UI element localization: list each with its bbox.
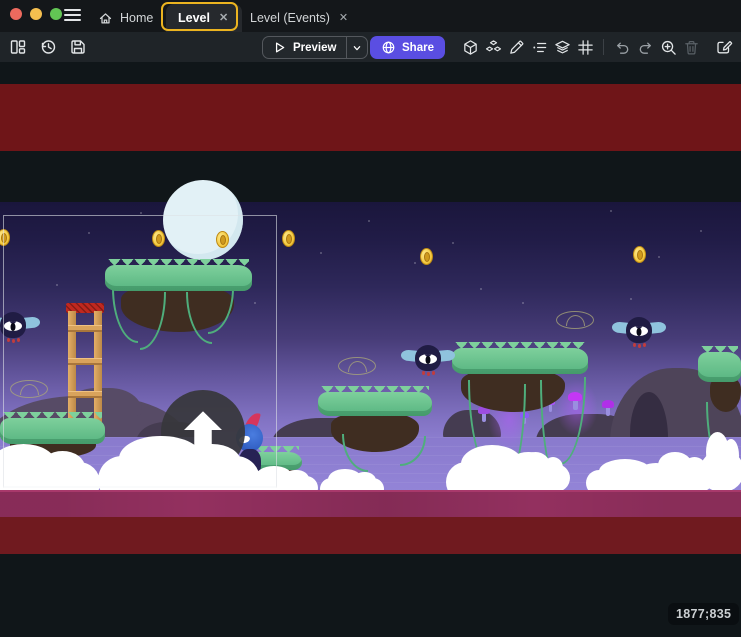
coin-object[interactable]: [282, 230, 295, 247]
star: [630, 298, 632, 300]
app-window: Home Level ✕ Level (Events) ✕: [0, 0, 741, 637]
enemy-eyes: [419, 354, 437, 364]
coin-object[interactable]: [420, 248, 433, 265]
preview-button-main[interactable]: Preview: [263, 37, 346, 58]
ladder-rung: [68, 358, 102, 365]
ground-pink-strip[interactable]: [0, 490, 741, 517]
menu-icon[interactable]: [64, 9, 81, 22]
mushroom-cap: [602, 400, 614, 408]
object-3d-icon[interactable]: [460, 36, 480, 58]
save-icon[interactable]: [68, 36, 88, 58]
enemy-feet: [422, 371, 425, 375]
window-zoom-button[interactable]: [50, 8, 62, 20]
ladder-rung: [68, 325, 102, 332]
enemy-feet: [7, 338, 10, 342]
enemy-feet: [633, 343, 636, 347]
toolbar-left-group: [8, 32, 88, 62]
cloud-object[interactable]: [700, 450, 741, 492]
platform-grass: [0, 418, 105, 444]
tab-label: Home: [120, 11, 153, 25]
grid-icon[interactable]: [575, 36, 595, 58]
platform-grass: [318, 392, 432, 416]
window-minimize-button[interactable]: [30, 8, 42, 20]
star: [368, 220, 370, 222]
ufo-outline-object[interactable]: [338, 357, 376, 375]
pencil-icon[interactable]: [506, 36, 526, 58]
coin-object[interactable]: [216, 231, 229, 248]
ground-dark-red-strip[interactable]: [0, 517, 741, 554]
star: [140, 212, 142, 214]
close-tab-icon[interactable]: ✕: [337, 11, 350, 26]
zoom-in-icon[interactable]: [658, 36, 678, 58]
panels-icon[interactable]: [8, 36, 28, 58]
platform-grass: [452, 348, 588, 374]
enemy-object[interactable]: [413, 344, 443, 375]
edit-scene-icon[interactable]: [714, 36, 734, 58]
ladder-object[interactable]: [66, 303, 104, 422]
toolbar: Preview Share: [0, 32, 741, 62]
tab-level[interactable]: Level ✕: [166, 4, 242, 32]
star: [700, 230, 702, 232]
mushroom-object[interactable]: [602, 400, 614, 416]
preview-label: Preview: [293, 42, 336, 54]
enemy-eyes: [630, 326, 648, 336]
tab-level-events[interactable]: Level (Events) ✕: [240, 4, 360, 32]
trash-icon[interactable]: [681, 36, 701, 58]
star: [88, 232, 90, 234]
star: [452, 242, 454, 244]
platform-grass: [698, 352, 741, 382]
star: [56, 284, 58, 286]
star: [480, 288, 482, 290]
share-label: Share: [402, 42, 434, 54]
chevron-down-icon: [351, 42, 363, 54]
tab-label: Level (Events): [250, 11, 330, 25]
star: [658, 256, 660, 258]
home-icon: [98, 11, 113, 26]
tab-home[interactable]: Home: [88, 4, 163, 32]
star: [414, 262, 416, 264]
platform-grass: [105, 265, 252, 291]
preview-button[interactable]: Preview: [262, 36, 368, 59]
scene-editor-canvas[interactable]: 1877;835: [0, 62, 741, 637]
window-close-button[interactable]: [10, 8, 22, 20]
ufo-outline-object[interactable]: [10, 380, 48, 398]
star: [522, 302, 524, 304]
enemy-eyes: [4, 321, 22, 331]
share-button[interactable]: Share: [370, 36, 445, 59]
star: [320, 252, 322, 254]
redo-icon[interactable]: [635, 36, 655, 58]
toolbar-right-group: [460, 32, 734, 62]
preview-dropdown-button[interactable]: [347, 37, 367, 58]
instances-icon[interactable]: [483, 36, 503, 58]
scene-top-red-band[interactable]: [0, 84, 741, 151]
globe-icon: [381, 40, 396, 55]
star: [254, 302, 256, 304]
layers-icon[interactable]: [552, 36, 572, 58]
enemy-object[interactable]: [624, 316, 654, 347]
moon-object[interactable]: [163, 180, 243, 260]
coin-object[interactable]: [152, 230, 165, 247]
tab-label: Level: [178, 11, 210, 25]
close-tab-icon[interactable]: ✕: [217, 11, 230, 26]
coin-object[interactable]: [633, 246, 646, 263]
mushroom-stem: [606, 408, 610, 416]
properties-icon[interactable]: [529, 36, 549, 58]
cloud-object[interactable]: [514, 464, 570, 492]
history-icon[interactable]: [38, 36, 58, 58]
toolbar-divider: [603, 39, 604, 55]
ladder-rung: [68, 391, 102, 398]
enemy-object[interactable]: [0, 311, 28, 342]
cursor-coordinates-badge: 1877;835: [668, 603, 739, 625]
undo-icon[interactable]: [612, 36, 632, 58]
play-icon: [272, 40, 287, 55]
ufo-outline-object[interactable]: [556, 311, 594, 329]
star: [610, 210, 612, 212]
titlebar: Home Level ✕ Level (Events) ✕: [0, 0, 741, 32]
